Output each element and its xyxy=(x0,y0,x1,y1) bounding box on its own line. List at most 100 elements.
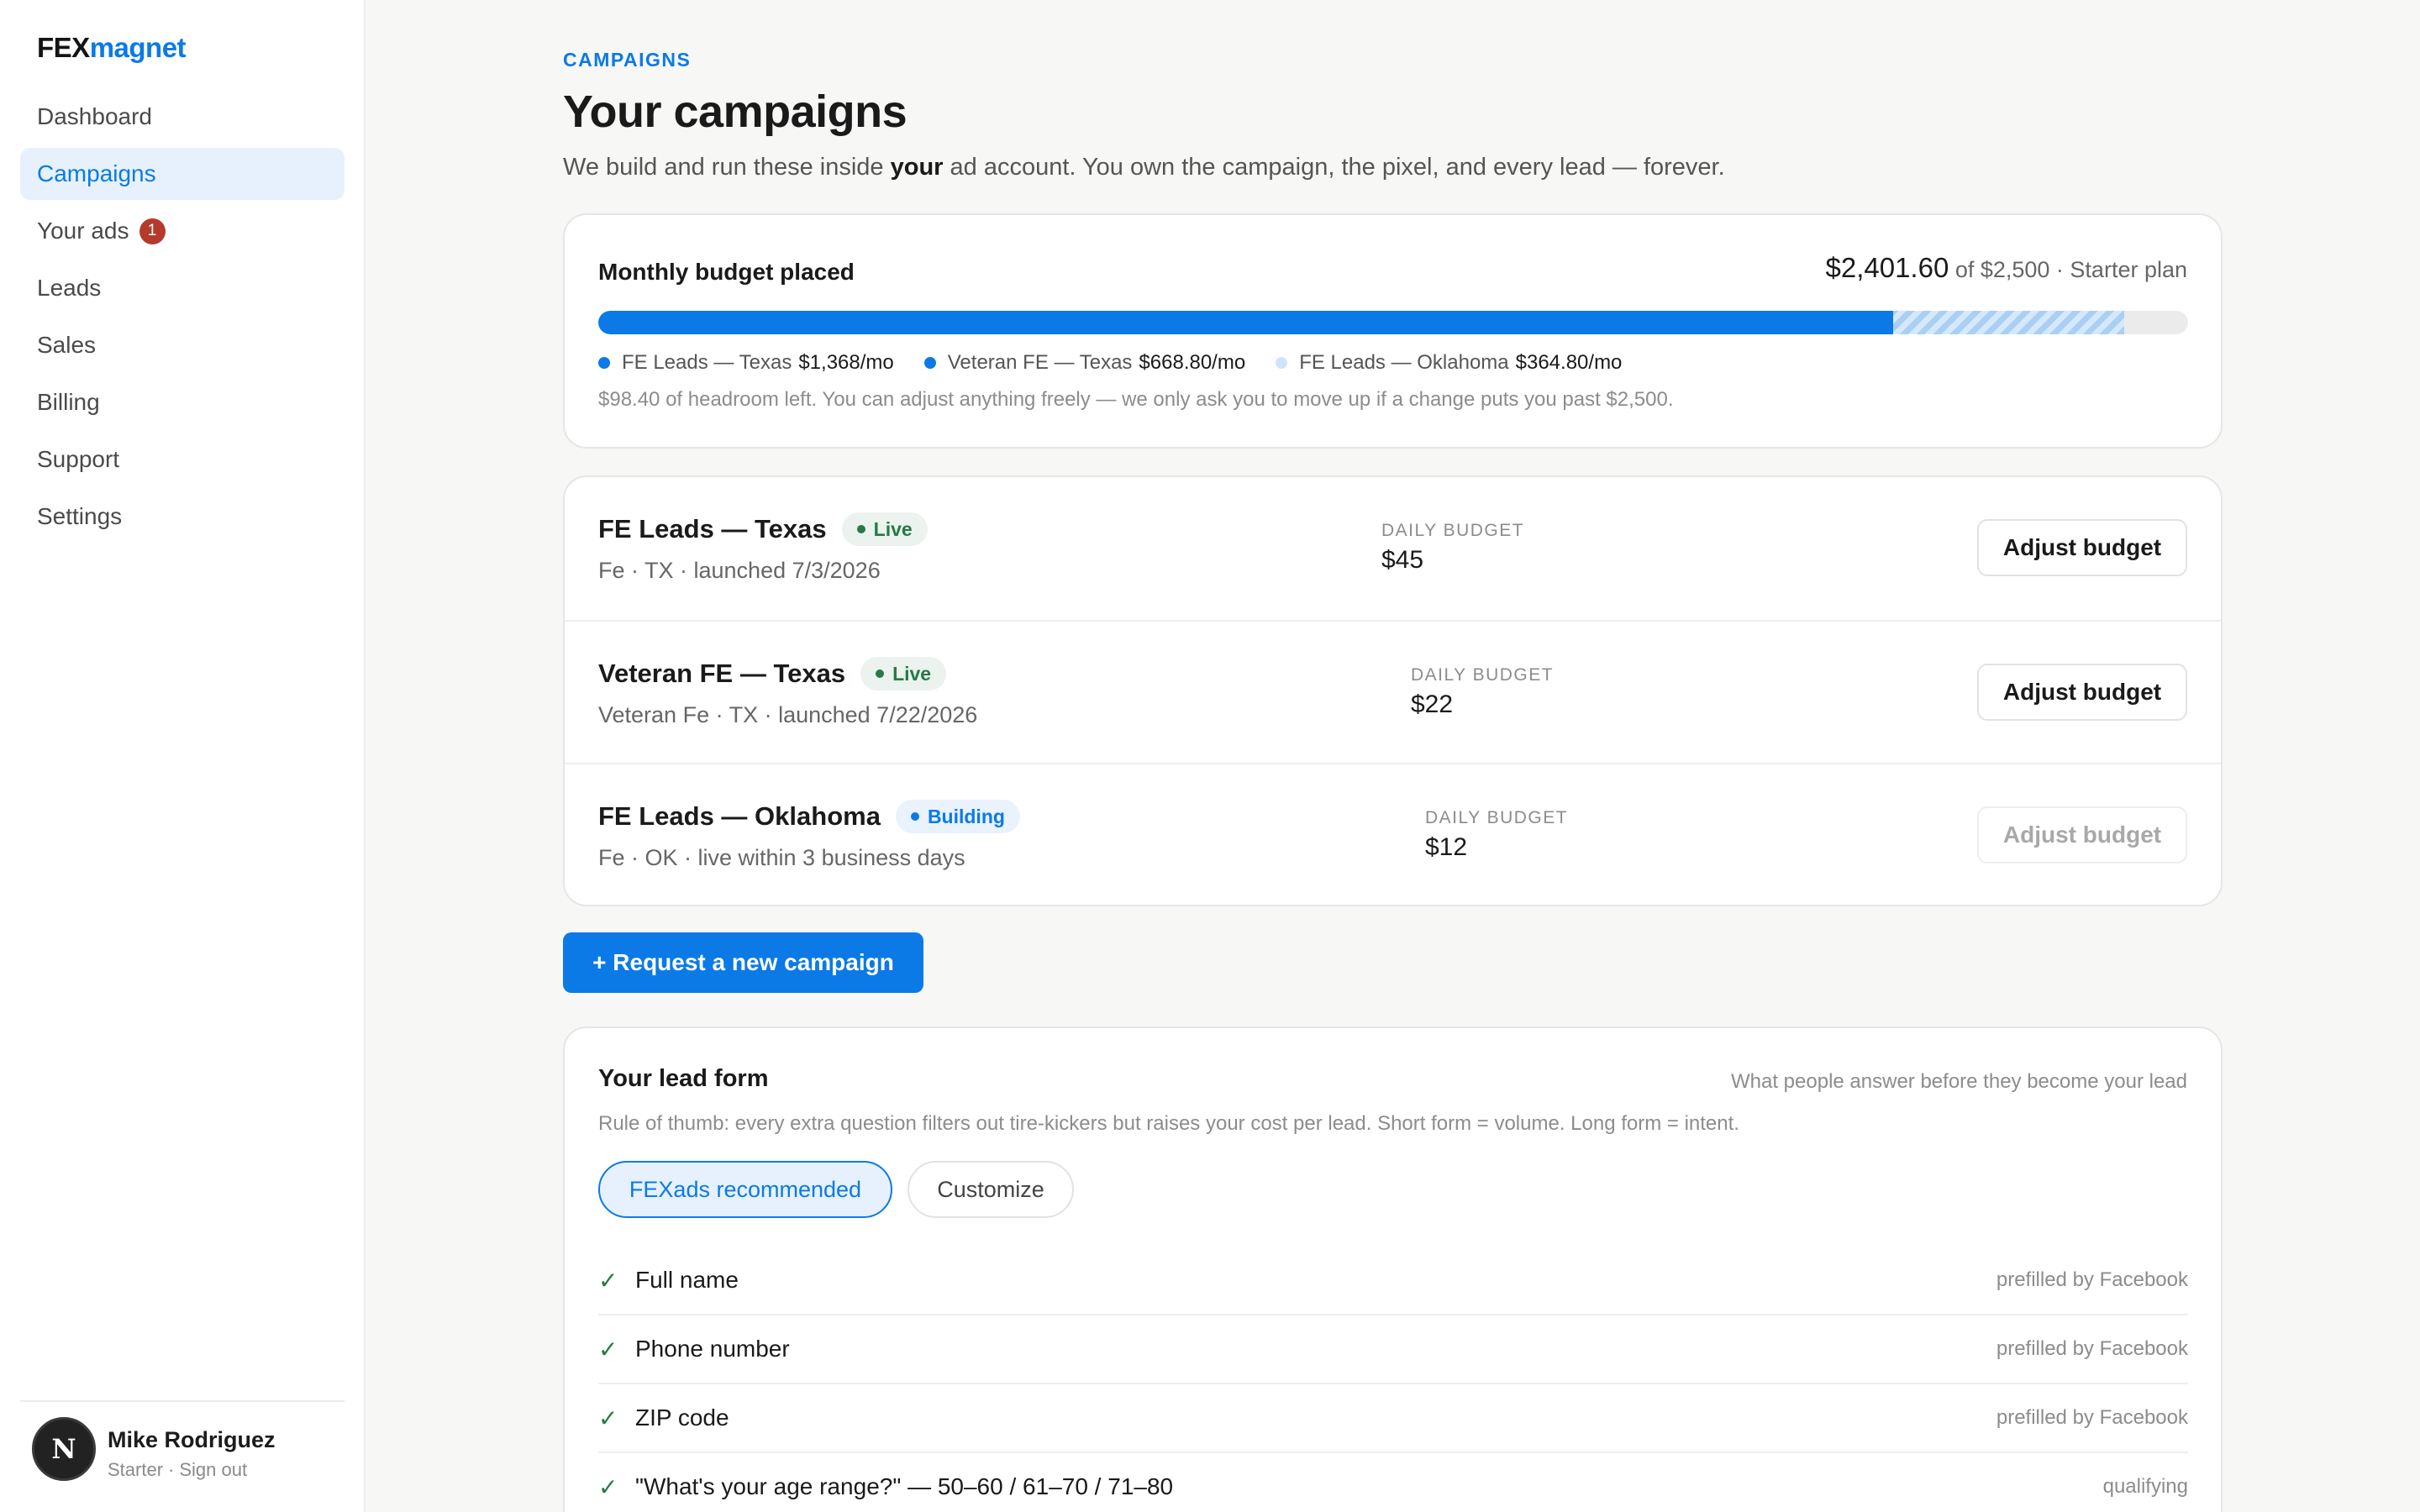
budget-progress-building xyxy=(1892,311,2125,334)
status-label: Live xyxy=(873,517,913,540)
legend-value: $364.80/mo xyxy=(1515,351,1623,374)
legend-value: $668.80/mo xyxy=(1139,351,1246,374)
campaign-title: FE Leads — Texas xyxy=(598,514,827,543)
sidebar: FEXmagnet Dashboard Campaigns Your ads 1 … xyxy=(0,0,366,1512)
budget-limit-text: of $2,500 · Starter plan xyxy=(1954,257,2187,282)
campaign-meta: Fe · OK · live within 3 business days xyxy=(598,845,965,870)
legend-label: FE Leads — Oklahoma xyxy=(1299,351,1509,374)
sidebar-item-sales[interactable]: Sales xyxy=(20,319,345,371)
question-text: ZIP code xyxy=(635,1404,729,1431)
campaign-name: FE Leads — Texas Live xyxy=(598,512,928,546)
user-subline: Starter · Sign out xyxy=(108,1459,247,1481)
sidebar-item-label: Sales xyxy=(37,332,97,358)
campaign-title: FE Leads — Oklahoma xyxy=(598,801,881,831)
sidebar-item-label: Leads xyxy=(37,275,102,301)
sidebar-item-billing[interactable]: Billing xyxy=(20,376,345,428)
lead-form-title: Your lead form xyxy=(598,1065,769,1092)
daily-budget-label: DAILY BUDGET xyxy=(1411,665,1555,685)
lead-form-hint: Rule of thumb: every extra question filt… xyxy=(598,1112,1739,1135)
page-title: Your campaigns xyxy=(563,87,908,137)
legend-dot-icon xyxy=(923,357,936,369)
request-campaign-button[interactable]: + Request a new campaign xyxy=(563,932,923,993)
legend-dot-icon xyxy=(1276,357,1288,369)
status-dot-icon xyxy=(876,669,885,678)
question-text: "What's your age range?" — 50–60 / 61–70… xyxy=(635,1473,1174,1499)
adjust-budget-button[interactable]: Adjust budget xyxy=(1977,519,2187,576)
sidebar-item-campaigns[interactable]: Campaigns xyxy=(20,148,345,200)
question-row: ✓ "What's your age range?" — 50–60 / 61–7… xyxy=(598,1453,2188,1512)
sidebar-item-leads[interactable]: Leads xyxy=(20,262,345,314)
notification-badge: 1 xyxy=(139,218,166,244)
sidebar-item-your-ads[interactable]: Your ads 1 xyxy=(20,205,345,257)
sign-out-link[interactable]: Sign out xyxy=(179,1459,247,1480)
campaign-title: Veteran FE — Texas xyxy=(598,659,846,688)
sidebar-item-label: Billing xyxy=(37,389,100,415)
daily-budget-value: $45 xyxy=(1381,546,1424,574)
legend-dot-icon xyxy=(598,357,610,369)
page-intro: We build and run these inside your ad ac… xyxy=(563,154,1725,181)
avatar[interactable]: N xyxy=(32,1417,96,1481)
question-text: Phone number xyxy=(635,1336,790,1362)
question-text: Full name xyxy=(635,1267,739,1293)
sidebar-item-label: Support xyxy=(37,446,120,472)
sidebar-item-label: Settings xyxy=(37,503,123,529)
daily-budget-value: $22 xyxy=(1411,690,1454,718)
campaign-name: Veteran FE — Texas Live xyxy=(598,657,947,690)
user-profile: N Mike Rodriguez Starter · Sign out xyxy=(20,1400,345,1512)
sidebar-item-label: Dashboard xyxy=(37,103,152,129)
legend-value: $1,368/mo xyxy=(798,351,894,374)
budget-headroom-note: $98.40 of headroom left. You can adjust … xyxy=(598,388,1674,411)
brand-logo-part1: FEX xyxy=(37,32,90,63)
budget-total: $2,401.60 of $2,500 · Starter plan xyxy=(1826,252,2188,284)
adjust-budget-button[interactable]: Adjust budget xyxy=(1977,806,2187,864)
daily-budget-label: DAILY BUDGET xyxy=(1425,808,1569,827)
intro-emphasis: your xyxy=(890,154,944,181)
user-name: Mike Rodriguez xyxy=(108,1427,276,1452)
budget-progress-bar xyxy=(598,311,2188,334)
status-dot-icon xyxy=(910,812,919,821)
option-recommended-button[interactable]: FEXads recommended xyxy=(598,1161,892,1218)
sidebar-item-label: Your ads xyxy=(37,218,129,244)
sidebar-item-support[interactable]: Support xyxy=(20,433,345,486)
lead-form-card: Your lead form What people answer before… xyxy=(563,1026,2223,1512)
status-badge: Building xyxy=(895,800,1020,833)
user-plan: Starter xyxy=(108,1459,164,1480)
question-tag: prefilled by Facebook xyxy=(1996,1337,2188,1360)
question-row: ✓ ZIP code prefilled by Facebook xyxy=(598,1384,2188,1453)
question-tag: prefilled by Facebook xyxy=(1996,1268,2188,1291)
legend-label: FE Leads — Texas xyxy=(622,351,792,374)
sidebar-item-settings[interactable]: Settings xyxy=(20,491,345,543)
check-icon: ✓ xyxy=(598,1404,618,1431)
intro-text: ad account. You own the campaign, the pi… xyxy=(943,154,1725,181)
legend-item: Veteran FE — Texas $668.80/mo xyxy=(923,351,1246,375)
campaign-name: FE Leads — Oklahoma Building xyxy=(598,800,1020,833)
question-row: ✓ Phone number prefilled by Facebook xyxy=(598,1315,2188,1384)
daily-budget-label: DAILY BUDGET xyxy=(1381,521,1525,540)
check-icon: ✓ xyxy=(598,1336,618,1362)
sidebar-item-label: Campaigns xyxy=(37,160,156,186)
sidebar-nav: Dashboard Campaigns Your ads 1 Leads Sale… xyxy=(20,91,345,548)
check-icon: ✓ xyxy=(598,1267,618,1294)
separator: · xyxy=(168,1459,175,1480)
budget-title: Monthly budget placed xyxy=(598,259,855,285)
brand-logo[interactable]: FEXmagnet xyxy=(37,32,187,64)
question-tag: prefilled by Facebook xyxy=(1996,1406,2188,1429)
sidebar-item-dashboard[interactable]: Dashboard xyxy=(20,91,345,143)
status-label: Building xyxy=(927,805,1005,827)
campaign-meta: Veteran Fe · TX · launched 7/22/2026 xyxy=(598,702,978,727)
adjust-budget-button[interactable]: Adjust budget xyxy=(1977,664,2187,721)
page-eyebrow: CAMPAIGNS xyxy=(563,49,692,71)
campaign-row: Veteran FE — Texas Live Veteran Fe · TX ·… xyxy=(565,620,2221,763)
campaign-list: FE Leads — Texas Live Fe · TX · launched … xyxy=(563,475,2223,906)
status-badge: Live xyxy=(841,512,928,546)
option-customize-button[interactable]: Customize xyxy=(908,1161,1074,1218)
check-icon: ✓ xyxy=(598,1473,618,1500)
question-tag: qualifying xyxy=(2102,1475,2188,1498)
legend-item: FE Leads — Oklahoma $364.80/mo xyxy=(1276,351,1622,375)
status-badge: Live xyxy=(860,657,947,690)
budget-card: Monthly budget placed $2,401.60 of $2,50… xyxy=(563,213,2223,449)
legend-label: Veteran FE — Texas xyxy=(947,351,1133,374)
campaign-row: FE Leads — Oklahoma Building Fe · OK · li… xyxy=(565,763,2221,906)
status-dot-icon xyxy=(856,525,865,533)
daily-budget-value: $12 xyxy=(1425,833,1468,861)
